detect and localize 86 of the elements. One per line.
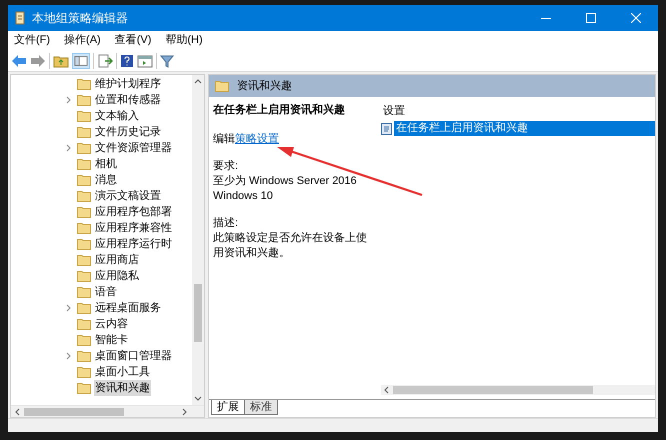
scroll-left-icon[interactable] [14,408,20,416]
filter-icon[interactable] [160,54,174,68]
folder-icon [77,350,91,362]
folder-icon [77,318,91,330]
horizontal-scrollbar[interactable] [381,385,655,395]
setting-row[interactable]: 在任务栏上启用资讯和兴趣 [394,121,655,136]
menu-item[interactable]: 帮助(H) [165,32,203,49]
close-icon [630,13,640,23]
requirements-text: Windows 10 [213,189,274,204]
chevron-icon[interactable] [66,96,70,104]
chevron-icon[interactable] [66,352,70,360]
folder-icon [77,110,91,122]
folder-icon [77,222,91,234]
forward-arrow-icon[interactable] [30,54,46,68]
help-icon[interactable] [120,54,134,68]
tree-item[interactable]: 文件历史记录 [94,124,162,140]
folder-icon [77,286,91,298]
folder-icon [77,270,91,282]
folder-icon [77,174,91,186]
tree-item[interactable]: 云内容 [94,316,129,332]
folder-icon [77,382,91,394]
window-icon[interactable] [137,54,153,68]
tree-item[interactable]: 应用隐私 [94,268,140,284]
scroll-down-icon[interactable] [194,396,202,402]
tree-item[interactable]: 文件资源管理器 [94,140,173,156]
policy-icon [381,122,392,134]
folder-icon [215,80,229,92]
tree-item[interactable]: 远程桌面服务 [94,300,162,316]
folder-icon [77,94,91,106]
scroll-right-icon[interactable] [182,408,188,416]
tree-item[interactable]: 应用商店 [94,252,140,268]
requirements-label: 要求: [213,159,240,174]
menu-item[interactable]: 查看(V) [114,32,152,49]
window-title: 本地组策略编辑器 [32,10,128,27]
folder-icon [77,238,91,250]
panel-icon[interactable] [72,52,90,68]
scroll-up-icon[interactable] [194,78,202,84]
tree-item[interactable]: 位置和传感器 [94,92,162,108]
tree-item[interactable]: 文本输入 [94,108,140,124]
folder-icon [77,126,91,138]
folder-icon[interactable] [53,54,69,68]
pane-title: 资讯和兴趣 [237,78,292,94]
tree-item[interactable]: 演示文稿设置 [94,188,162,204]
tab[interactable]: 扩展 [211,400,245,415]
tree-item[interactable]: 应用程序包部署 [94,204,173,220]
description-text: 此策略设定是否允许在设备上使用资讯和兴趣。 [213,231,368,261]
scrollbar-thumb[interactable] [194,284,202,342]
folder-icon [77,334,91,346]
setting-title: 在任务栏上启用资讯和兴趣 [213,103,346,118]
tree-item[interactable]: 资讯和兴趣 [94,380,151,396]
tree-item[interactable]: 应用程序运行时 [94,236,173,252]
tree-item[interactable]: 桌面窗口管理器 [94,348,173,364]
maximize-icon [586,13,596,23]
edit-label: 编辑 [213,132,235,147]
tree-item[interactable]: 智能卡 [94,332,129,348]
menu-item[interactable]: 文件(F) [14,32,50,49]
menu-item[interactable]: 操作(A) [64,32,101,49]
tree-item[interactable]: 应用程序兼容性 [94,220,173,236]
folder-icon [77,158,91,170]
scroll-left-icon[interactable] [383,386,389,394]
scrollbar-thumb[interactable] [24,408,124,416]
chevron-icon[interactable] [66,144,70,152]
vertical-scrollbar[interactable] [192,75,204,405]
folder-icon [77,142,91,154]
folder-icon [77,190,91,202]
back-arrow-icon[interactable] [11,54,27,68]
requirements-text: 至少为 Windows Server 2016 [213,174,358,189]
policy-settings-link[interactable]: 策略设置 [235,132,279,147]
folder-icon [77,78,91,90]
folder-icon [77,302,91,314]
description-label: 描述: [213,216,240,231]
tab[interactable]: 标准 [244,400,278,415]
tree-item[interactable]: 桌面小工具 [94,364,151,380]
column-header[interactable]: 设置 [383,103,655,119]
scroll-icon [14,11,26,25]
folder-icon [77,206,91,218]
folder-icon [77,254,91,266]
tree-item[interactable]: 维护计划程序 [94,76,162,92]
tree-item[interactable]: 相机 [94,156,118,172]
folder-icon [77,366,91,378]
export-icon[interactable] [97,54,113,68]
tree-item[interactable]: 语音 [94,284,118,300]
horizontal-scrollbar[interactable] [11,405,204,417]
tree-item[interactable]: 消息 [94,172,118,188]
scrollbar-thumb[interactable] [393,386,593,394]
chevron-icon[interactable] [66,304,70,312]
